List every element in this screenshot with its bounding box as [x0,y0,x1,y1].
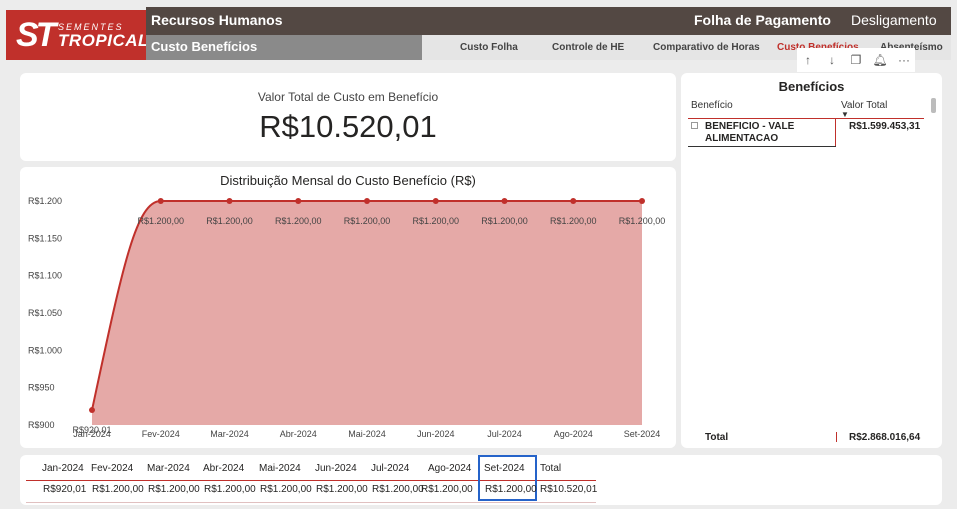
tab-comparativo-horas[interactable]: Comparativo de Horas [653,42,760,53]
table-header[interactable]: Mai-2024 [259,463,301,474]
benefits-col-header[interactable]: Benefício [691,100,733,111]
table-header[interactable]: Jun-2024 [315,463,357,474]
data-label: R$1.200,00 [619,216,666,226]
table-cell[interactable]: R$1.200,00 [485,484,537,495]
table-cell[interactable]: R$1.200,00 [260,484,312,495]
benefits-title: Benefícios [778,79,845,94]
table-cell[interactable]: R$1.200,00 [148,484,200,495]
x-tick-label: Mai-2024 [348,429,386,439]
copy-icon[interactable]: ❐ [845,48,867,72]
data-point [89,407,95,414]
area-fill [92,201,642,425]
app-title: Recursos Humanos [151,12,283,28]
expand-icon[interactable] [691,122,698,129]
x-tick-label: Jan-2024 [73,429,111,439]
x-tick-label: Jun-2024 [417,429,455,439]
table-header[interactable]: Mar-2024 [147,463,190,474]
data-point [501,198,508,204]
page-title-bar: Custo Benefícios [146,35,422,60]
tab-controle-he[interactable]: Controle de HE [552,42,624,53]
table-header[interactable]: Abr-2024 [203,463,244,474]
bell-icon[interactable]: 🔔︎ [869,48,891,72]
total-value: R$2.868.016,64 [849,432,921,443]
logo-mark: ST [16,16,56,54]
data-point [432,198,439,204]
table-cell[interactable]: R$1.200,00 [92,484,144,495]
table-cell[interactable]: R$1.200,00 [372,484,424,495]
x-tick-label: Fev-2024 [142,429,180,439]
data-label: R$1.200,00 [275,216,322,226]
kpi-value: R$10.520,01 [259,109,437,144]
x-tick-label: Mar-2024 [210,429,249,439]
chart-card[interactable]: Distribuição Mensal do Custo Benefício (… [20,167,676,448]
y-tick-label: R$1.200 [28,196,62,206]
data-point [157,198,164,204]
table-cell[interactable]: R$10.520,01 [540,484,597,495]
data-point [364,198,370,204]
table-header[interactable]: Total [540,463,561,474]
table-bottom-divider [26,502,596,503]
data-point [226,198,233,204]
y-tick-label: R$900 [28,420,55,430]
report-page: ST SEMENTES TROPICAL Recursos Humanos Fo… [0,0,957,509]
y-tick-label: R$1.000 [28,345,62,355]
brand-logo: ST SEMENTES TROPICAL [6,10,149,60]
table-header[interactable]: Jul-2024 [371,463,409,474]
x-tick-label: Ago-2024 [554,429,593,439]
table-cell[interactable]: R$1.200,00 [421,484,473,495]
total-label: Total [705,432,729,443]
table-header[interactable]: Ago-2024 [428,463,471,474]
x-tick-label: Set-2024 [624,429,661,439]
data-label: R$1.200,00 [481,216,528,226]
benefit-row-value: R$1.599.453,31 [849,121,921,132]
table-cell[interactable]: R$1.200,00 [204,484,256,495]
benefit-row-label[interactable]: BENEFICIO - VALE ALIMENTACAO [705,121,825,145]
logo-name: TROPICAL [58,31,149,50]
arrow-up-icon[interactable]: ↑ [797,48,819,72]
column-divider [835,119,836,147]
table-header[interactable]: Fev-2024 [91,463,133,474]
data-label: R$1.200,00 [412,216,459,226]
area-chart[interactable]: R$900 R$950 R$1.000 R$1.050 R$1.100 R$1.150 R$… [20,167,676,448]
data-point [639,198,645,204]
data-point [570,198,577,204]
scrollbar[interactable] [931,98,936,113]
y-tick-label: R$1.050 [28,308,62,318]
data-point [295,198,302,204]
kpi-card[interactable]: Valor Total de Custo em Benefício R$10.5… [20,73,676,161]
y-tick-label: R$1.150 [28,233,62,243]
table-header[interactable]: Set-2024 [484,463,525,474]
x-tick-label: Abr-2024 [280,429,317,439]
page-title: Custo Benefícios [151,39,258,54]
y-tick-label: R$950 [28,383,55,393]
nav-folha-pagamento[interactable]: Folha de Pagamento [694,12,831,28]
nav-desligamento[interactable]: Desligamento [851,12,937,28]
x-tick-label: Jul-2024 [487,429,522,439]
benefits-table-card[interactable]: Benefícios Benefício Valor Total ▼ BENEF… [681,73,942,448]
arrow-down-icon[interactable]: ↓ [821,48,843,72]
row-divider [688,146,836,147]
header-divider [688,118,924,119]
tab-custo-folha[interactable]: Custo Folha [460,42,518,53]
more-icon[interactable]: ··· [893,48,915,72]
data-label: R$1.200,00 [137,216,184,226]
visual-toolbar: ↑ ↓ ❐ 🔔︎ ··· [797,48,915,72]
monthly-table-card[interactable]: Jan-2024 Fev-2024 Mar-2024 Abr-2024 Mai-… [20,455,942,505]
table-header[interactable]: Jan-2024 [42,463,84,474]
data-label: R$1.200,00 [550,216,597,226]
y-tick-label: R$1.100 [28,271,62,281]
data-label: R$1.200,00 [206,216,253,226]
table-cell[interactable]: R$1.200,00 [316,484,368,495]
data-label: R$1.200,00 [344,216,391,226]
total-divider [836,432,837,442]
table-cell[interactable]: R$920,01 [43,484,86,495]
top-bar: Recursos Humanos Folha de Pagamento Desl… [146,7,951,35]
kpi-label: Valor Total de Custo em Benefício [257,90,439,104]
